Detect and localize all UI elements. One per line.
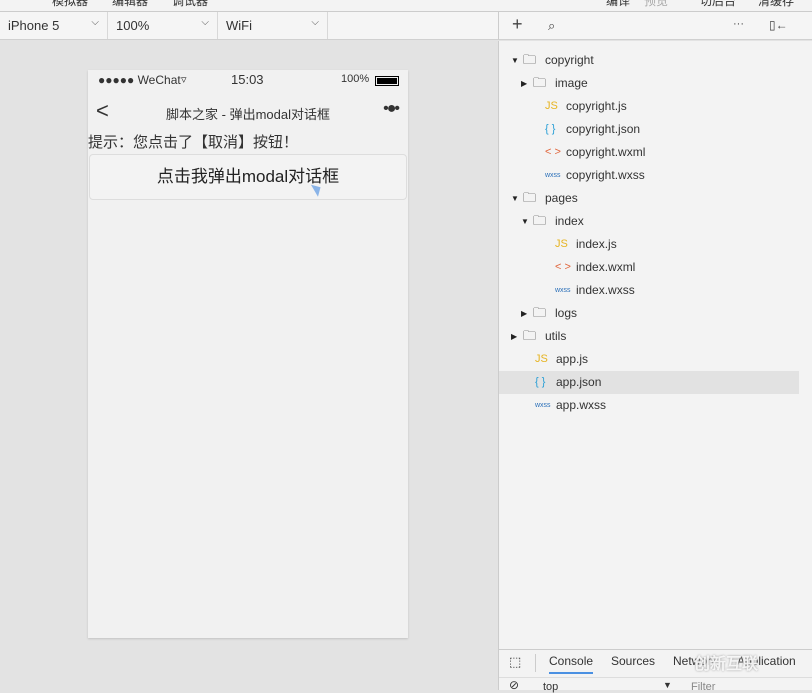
device-value: iPhone 5 — [8, 18, 60, 33]
tip-text: 提示：您点击了【取消】按钮！ — [88, 134, 299, 151]
menu-debugger[interactable]: 调试器 — [172, 0, 208, 9]
tree-item[interactable]: wxss index.wxss — [499, 279, 799, 302]
show-modal-button[interactable]: 点击我弹出modal对话框 — [89, 154, 407, 200]
nav-bar: < 脚本之家 - 弹出modal对话框 •●• — [88, 92, 408, 132]
js-file-icon: JS — [555, 238, 568, 250]
folder-open-icon: 🗀 — [523, 190, 537, 205]
js-file-icon: JS — [545, 100, 558, 112]
js-file-icon: JS — [535, 353, 548, 365]
tree-item[interactable]: { } copyright.json — [499, 118, 799, 141]
tree-item[interactable]: { } app.json — [499, 371, 799, 394]
zoom-select[interactable]: 100% ⌵ — [108, 12, 218, 39]
chevron-down-icon: ▼ — [663, 680, 672, 690]
divider — [498, 12, 499, 40]
tree-label: copyright.wxss — [566, 168, 645, 182]
tree-label: copyright.json — [566, 122, 641, 136]
tree-label: index.js — [576, 237, 617, 251]
folder-open-icon: 🗀 — [523, 52, 537, 67]
tree-item[interactable]: ▶ 🗀 logs — [499, 302, 799, 325]
context-select[interactable]: top — [543, 681, 558, 693]
tree-label: copyright.wxml — [566, 145, 646, 159]
panel-collapse-icon[interactable]: ▯← — [769, 18, 788, 32]
menu-bar: 模拟器 编辑器 调试器 编译 预览 切后台 清缓存 — [0, 0, 812, 12]
more-button[interactable]: ··· — [733, 18, 744, 30]
watermark: 创新互联 — [694, 656, 759, 673]
carrier: ●●●●● WeChat — [98, 73, 181, 87]
search-icon[interactable]: ⌕ — [548, 18, 555, 34]
plus-icon[interactable]: + — [512, 14, 523, 35]
folder-open-icon: 🗀 — [533, 213, 547, 228]
battery-text: 100% — [341, 73, 370, 85]
wxss-file-icon: wxss — [555, 287, 571, 294]
simulator-area: ●●●●● WeChat ▿ 15:03 100% < 脚本之家 - 弹出mod… — [0, 41, 498, 690]
zoom-value: 100% — [116, 18, 150, 33]
folder-icon: 🗀 — [523, 328, 537, 343]
menu-simulator[interactable]: 模拟器 — [52, 0, 88, 9]
tree-item[interactable]: < > copyright.wxml — [499, 141, 799, 164]
tree-label: copyright — [545, 53, 594, 67]
tree-item[interactable]: wxss app.wxss — [499, 394, 799, 417]
menu-background[interactable]: 切后台 — [700, 0, 736, 9]
tab-sources[interactable]: Sources — [611, 654, 655, 674]
tree-item[interactable]: ▼ 🗀 pages — [499, 187, 799, 210]
json-file-icon: { } — [545, 123, 556, 135]
page-title: 脚本之家 - 弹出modal对话框 — [166, 107, 330, 122]
tree-item[interactable]: JS index.js — [499, 233, 799, 256]
wxss-file-icon: wxss — [545, 172, 561, 179]
tree-item[interactable]: ▼ 🗀 copyright — [499, 49, 799, 72]
status-bar: ●●●●● WeChat ▿ 15:03 100% — [88, 70, 408, 92]
tree-item[interactable]: ▼ 🗀 index — [499, 210, 799, 233]
caret-down-icon[interactable]: ▼ — [511, 49, 519, 72]
network-value: WiFi — [226, 18, 252, 33]
tree-label: index — [555, 214, 584, 228]
tree-label: app.json — [556, 375, 602, 389]
time: 15:03 — [231, 72, 264, 87]
tree-label: app.js — [556, 352, 589, 366]
menu-dots-icon[interactable]: •●• — [383, 100, 400, 118]
toolbar: iPhone 5 ⌵ 100% ⌵ WiFi ⌵ + ⌕ ··· ▯← — [0, 12, 812, 40]
json-file-icon: { } — [535, 376, 546, 388]
wifi-icon: ▿ — [181, 74, 187, 86]
tree-label: logs — [555, 306, 578, 320]
phone-screen: ●●●●● WeChat ▿ 15:03 100% < 脚本之家 - 弹出mod… — [88, 70, 408, 638]
caret-right-icon[interactable]: ▶ — [521, 302, 527, 325]
tree-label: index.wxss — [576, 283, 635, 297]
chevron-down-icon: ⌵ — [201, 17, 209, 28]
tree-item[interactable]: ▶ 🗀 utils — [499, 325, 799, 348]
filter-input[interactable]: Filter — [691, 681, 715, 693]
file-explorer: ▼ 🗀 copyright ▶ 🗀 image JS copyright.js { } copyr… — [498, 41, 812, 693]
menu-editor[interactable]: 编辑器 — [112, 0, 148, 9]
tree-item[interactable]: < > index.wxml — [499, 256, 799, 279]
tree-label: copyright.js — [566, 99, 627, 113]
caret-right-icon[interactable]: ▶ — [511, 325, 517, 348]
tree-label: image — [555, 76, 588, 90]
chevron-down-icon: ⌵ — [91, 17, 99, 28]
folder-icon: 🗀 — [533, 75, 547, 90]
battery-icon — [375, 76, 399, 86]
wxml-file-icon: < > — [545, 146, 561, 158]
tab-console[interactable]: Console — [549, 654, 594, 674]
network-select[interactable]: WiFi ⌵ — [218, 12, 328, 39]
chevron-down-icon: ⌵ — [311, 17, 319, 28]
devtools-panel: ⬚ Console Sources Network Application 创新… — [499, 649, 812, 693]
tree-label: app.wxss — [556, 398, 607, 412]
menu-clear-cache[interactable]: 清缓存 — [758, 0, 794, 9]
tree-label: index.wxml — [576, 260, 636, 274]
folder-icon: 🗀 — [533, 305, 547, 320]
caret-down-icon[interactable]: ▼ — [511, 187, 519, 210]
wxss-file-icon: wxss — [535, 402, 551, 409]
caret-right-icon[interactable]: ▶ — [521, 72, 527, 95]
menu-compile[interactable]: 编译 — [606, 0, 630, 9]
tree-item[interactable]: ▶ 🗀 image — [499, 72, 799, 95]
device-select[interactable]: iPhone 5 ⌵ — [0, 12, 108, 39]
tree-item[interactable]: JS copyright.js — [499, 95, 799, 118]
wxml-file-icon: < > — [555, 261, 571, 273]
tree-label: utils — [545, 329, 567, 343]
inspect-icon[interactable]: ⬚ — [509, 654, 521, 670]
tree-item[interactable]: wxss copyright.wxss — [499, 164, 799, 187]
caret-down-icon[interactable]: ▼ — [521, 210, 529, 233]
tree-label: pages — [545, 191, 578, 205]
tree-item[interactable]: JS app.js — [499, 348, 799, 371]
menu-preview[interactable]: 预览 — [644, 0, 668, 9]
